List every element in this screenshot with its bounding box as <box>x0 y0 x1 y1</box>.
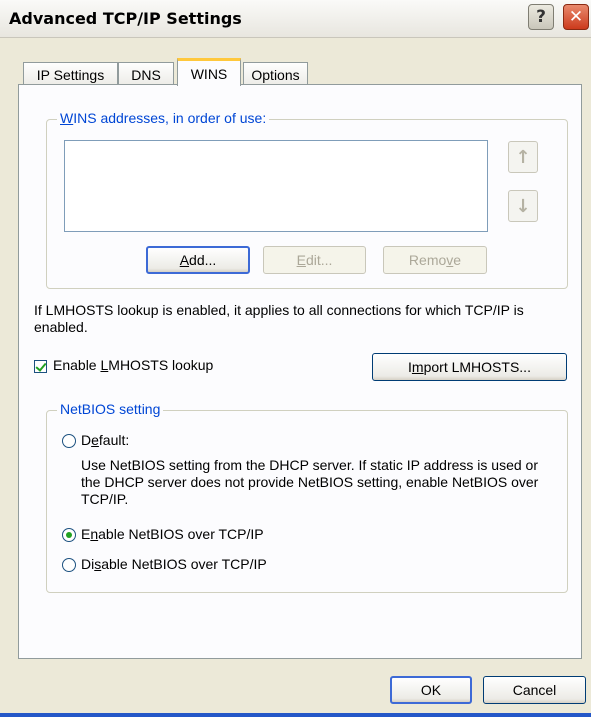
netbios-enable-radio[interactable] <box>62 528 76 542</box>
dialog-window: Advanced TCP/IP Settings ? ✕ IP Settings… <box>0 0 591 717</box>
help-icon: ? <box>536 7 546 27</box>
wins-address-list[interactable] <box>64 140 488 232</box>
tab-label: DNS <box>131 66 161 83</box>
tab-wins[interactable]: WINS <box>177 58 241 86</box>
netbios-default-label[interactable]: Default: <box>81 432 129 449</box>
tab-label: WINS <box>190 65 228 82</box>
netbios-enable-label[interactable]: Enable NetBIOS over TCP/IP <box>81 526 264 543</box>
remove-button-label: Remove <box>408 252 462 268</box>
edit-button-label: Edit... <box>296 252 333 268</box>
cancel-button-label: Cancel <box>512 682 557 698</box>
netbios-default-description: Use NetBIOS setting from the DHCP server… <box>81 457 539 507</box>
import-lmhosts-label: Import LMHOSTS... <box>408 359 531 375</box>
title-bar[interactable]: Advanced TCP/IP Settings ? ✕ <box>0 0 591 38</box>
help-button[interactable]: ? <box>528 4 554 30</box>
close-button[interactable]: ✕ <box>563 4 589 30</box>
enable-lmhosts-checkbox[interactable] <box>34 360 47 373</box>
move-up-button[interactable]: ↑ <box>508 141 538 173</box>
tab-dns[interactable]: DNS <box>118 62 174 86</box>
wins-addresses-legend: WINS addresses, in order of use: <box>57 110 270 126</box>
close-icon: ✕ <box>568 7 584 27</box>
netbios-default-radio[interactable] <box>62 434 76 448</box>
arrow-up-icon: ↑ <box>515 146 531 168</box>
ok-button-label: OK <box>420 682 442 698</box>
window-bottom-border <box>0 713 591 717</box>
netbios-legend: NetBIOS setting <box>57 401 164 417</box>
add-button-label: Add... <box>179 252 217 268</box>
edit-button[interactable]: Edit... <box>263 246 366 274</box>
tab-ip-settings[interactable]: IP Settings <box>23 62 118 86</box>
cancel-button[interactable]: Cancel <box>483 676 586 704</box>
tab-label: Options <box>251 66 300 83</box>
import-lmhosts-button[interactable]: Import LMHOSTS... <box>372 353 567 381</box>
lmhosts-description: If LMHOSTS lookup is enabled, it applies… <box>34 302 524 335</box>
netbios-disable-label[interactable]: Disable NetBIOS over TCP/IP <box>81 556 267 573</box>
tab-options[interactable]: Options <box>243 62 308 86</box>
window-title: Advanced TCP/IP Settings <box>9 9 242 28</box>
tab-label: IP Settings <box>36 66 105 83</box>
remove-button[interactable]: Remove <box>383 246 487 274</box>
move-down-button[interactable]: ↓ <box>508 190 538 222</box>
enable-lmhosts-label[interactable]: Enable LMHOSTS lookup <box>53 357 213 374</box>
ok-button[interactable]: OK <box>390 676 472 704</box>
netbios-disable-radio[interactable] <box>62 558 76 572</box>
arrow-down-icon: ↓ <box>515 195 531 217</box>
add-button[interactable]: Add... <box>146 246 250 274</box>
